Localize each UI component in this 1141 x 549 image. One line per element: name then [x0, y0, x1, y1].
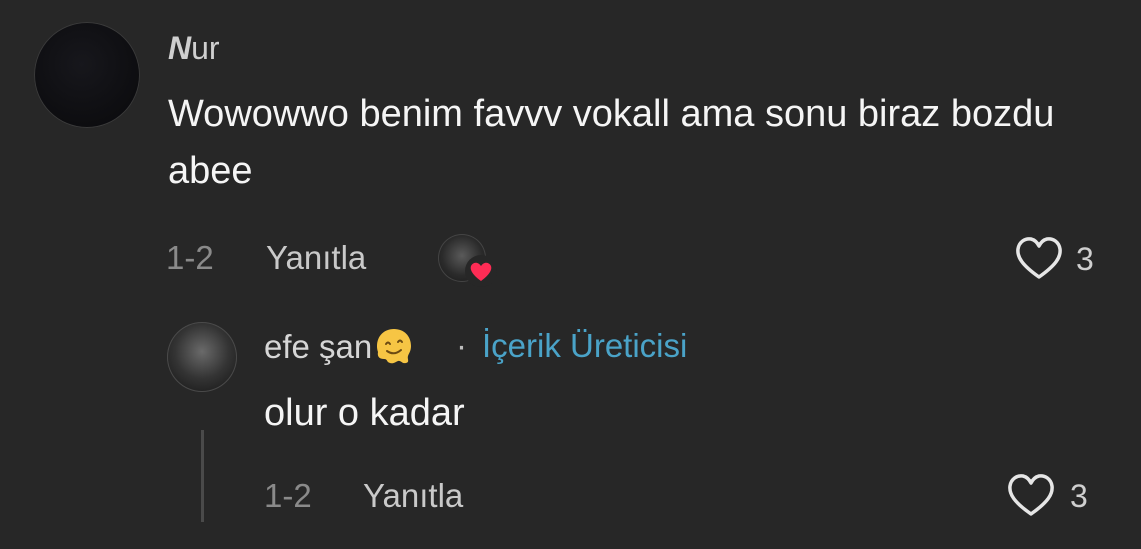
- melting-face-emoji-icon: [377, 329, 412, 364]
- reply-date: 1-2: [264, 477, 312, 514]
- reply-heart-outline-icon[interactable]: [1006, 472, 1056, 518]
- separator-dot: ·: [456, 327, 467, 364]
- heart-badge-icon: [465, 255, 497, 287]
- reply-like-count: 3: [1070, 478, 1088, 514]
- creator-badge: İçerik Üreticisi: [482, 327, 688, 364]
- username-rest: ur: [191, 30, 220, 66]
- like-count: 3: [1076, 241, 1094, 277]
- thread-line: [201, 430, 204, 522]
- reply-reply-button[interactable]: Yanıtla: [363, 476, 463, 516]
- comment-text: Wowowwo benim favvv vokall ama sonu bira…: [168, 93, 1055, 192]
- comment-date: 1-2: [166, 239, 214, 276]
- reply-button[interactable]: Yanıtla: [266, 238, 366, 278]
- reply-username-text: efe şan: [264, 328, 373, 365]
- comment-username[interactable]: Nur: [168, 30, 220, 66]
- heart-outline-icon[interactable]: [1014, 235, 1064, 281]
- reply-username[interactable]: efe şan: [264, 326, 414, 367]
- username-initial: N: [168, 30, 192, 66]
- reply-avatar[interactable]: [167, 322, 237, 392]
- reply-text: olur o kadar: [264, 392, 465, 434]
- avatar[interactable]: [34, 22, 140, 128]
